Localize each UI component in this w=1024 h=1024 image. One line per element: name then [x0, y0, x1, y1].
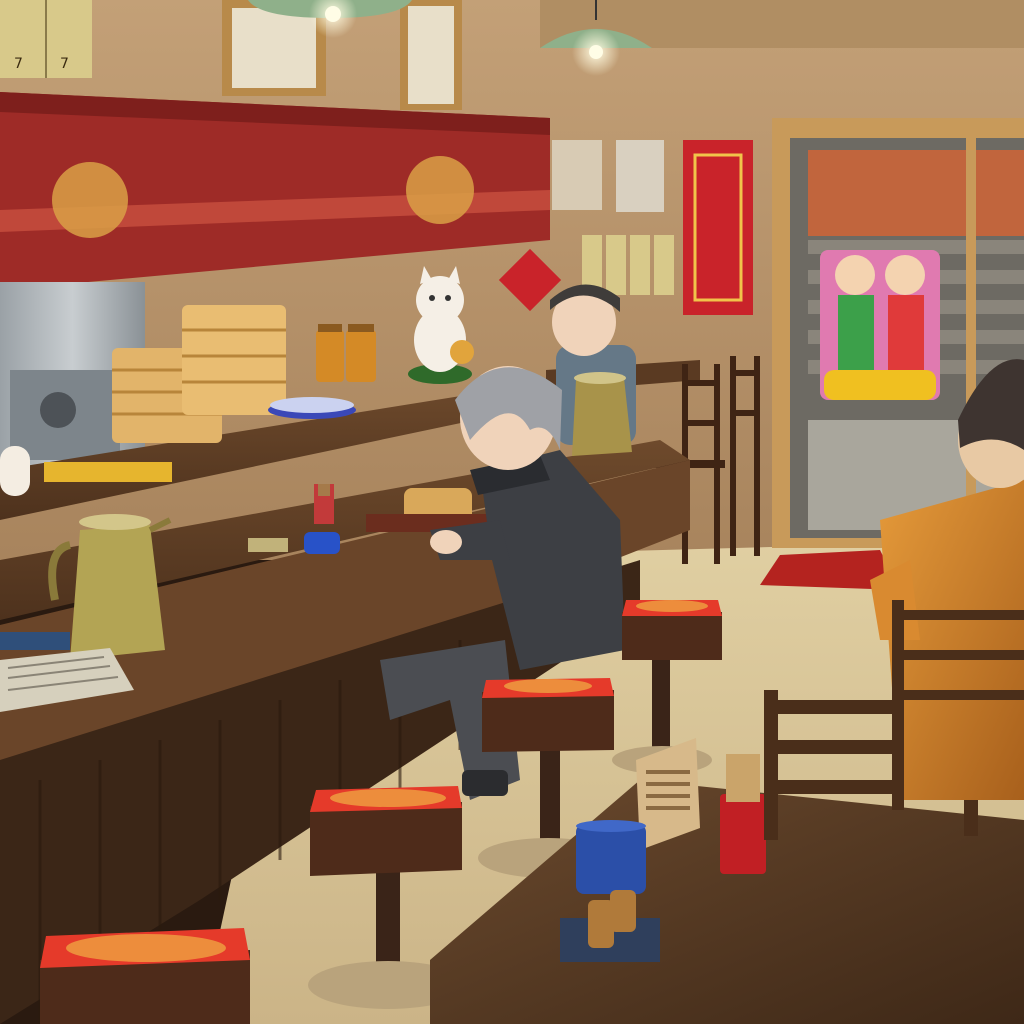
game-scene: 7 7	[0, 0, 1024, 1024]
door-god-poster	[820, 250, 940, 400]
menu-tags: 7 7	[0, 0, 92, 78]
plate-stack	[268, 397, 356, 419]
menu-card	[44, 462, 172, 482]
bowl	[0, 446, 30, 496]
scene-illustration: 7 7	[0, 0, 1024, 1024]
menu-tag-price-2: 7	[60, 56, 69, 72]
wall-poster	[552, 140, 602, 210]
napkin-holder	[576, 820, 646, 894]
wall-poster	[616, 140, 664, 212]
bar-stool[interactable]	[40, 928, 250, 1024]
teapot-icon	[572, 372, 632, 456]
chopstick-holder	[720, 754, 766, 874]
menu-tag-price-1: 7	[14, 56, 23, 72]
cup-tray	[0, 632, 70, 650]
